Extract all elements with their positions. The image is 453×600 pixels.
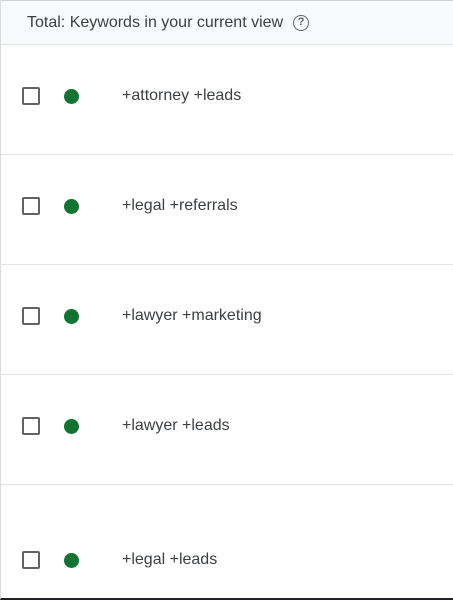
help-icon[interactable]: ?: [293, 14, 310, 31]
row-checkbox[interactable]: [22, 551, 40, 569]
status-dot-icon: [64, 199, 79, 214]
status-dot-icon: [64, 553, 79, 568]
total-row: Total: Keywords in your current view ?: [1, 1, 453, 45]
keyword-text[interactable]: +attorney +leads: [122, 86, 241, 106]
status-dot-icon: [64, 419, 79, 434]
row-checkbox[interactable]: [22, 417, 40, 435]
row-checkbox[interactable]: [22, 87, 40, 105]
keyword-text[interactable]: +lawyer +leads: [122, 416, 230, 436]
status-dot-icon: [64, 89, 79, 104]
keyword-rows: +attorney +leads +legal +referrals +lawy…: [1, 45, 453, 597]
table-row: +lawyer +marketing: [1, 265, 453, 375]
table-row: +legal +referrals: [1, 155, 453, 265]
keyword-text[interactable]: +legal +leads: [122, 550, 217, 570]
row-checkbox[interactable]: [22, 307, 40, 325]
table-row: +lawyer +leads: [1, 375, 453, 485]
status-dot-icon: [64, 309, 79, 324]
row-checkbox[interactable]: [22, 197, 40, 215]
keyword-text[interactable]: +lawyer +marketing: [122, 306, 262, 326]
table-row: +attorney +leads: [1, 45, 453, 155]
keywords-table: Total: Keywords in your current view ? +…: [0, 0, 453, 600]
total-label: Total: Keywords in your current view: [27, 13, 284, 31]
table-row: +legal +leads: [1, 485, 453, 597]
keyword-text[interactable]: +legal +referrals: [122, 196, 238, 216]
